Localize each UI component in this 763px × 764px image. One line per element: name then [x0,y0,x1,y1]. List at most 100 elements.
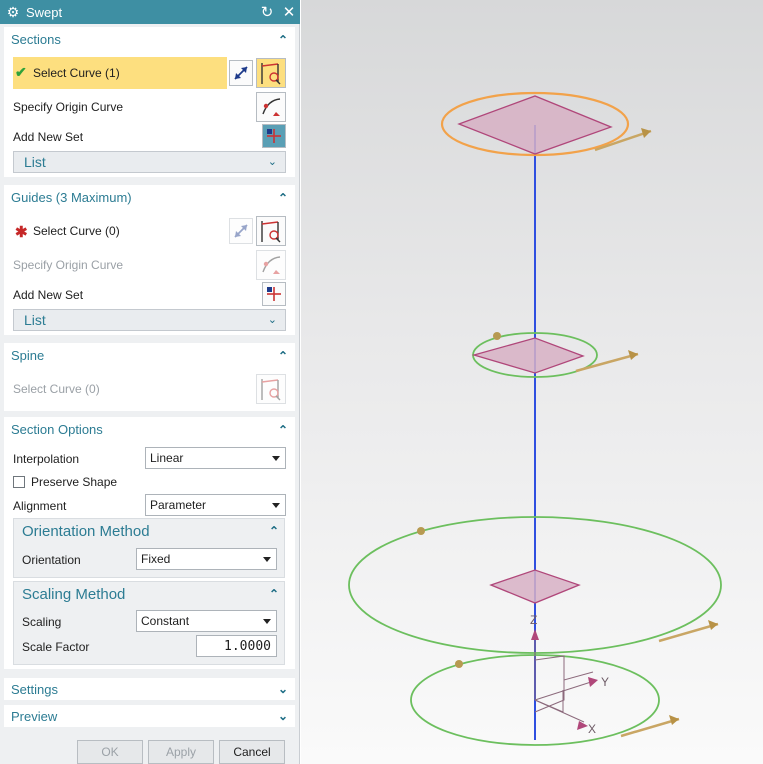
reverse-direction-button[interactable] [229,60,253,86]
chevron-up-icon[interactable]: ⌃ [269,524,279,538]
settings-header[interactable]: Settings [11,682,58,697]
preview-header[interactable]: Preview [11,709,57,724]
viewport-canvas[interactable]: Z Y X [301,0,763,764]
spine-select-curve-label: Select Curve (0) [13,382,100,396]
add-set-icon [267,287,281,301]
check-icon: ✔ [15,64,27,80]
scale-factor-input[interactable]: 1.0000 [196,635,277,657]
close-icon[interactable]: ✕ [278,3,300,21]
arrow-head-icon [708,620,718,630]
spine-curve-select-button[interactable] [256,374,286,404]
settings-group[interactable]: Settings ⌄ [4,678,295,700]
orientation-label: Orientation [22,553,81,567]
sections-specify-origin-label: Specify Origin Curve [13,100,124,114]
interpolation-select[interactable]: Linear [145,447,286,469]
y-axis-arrow-icon [588,677,598,687]
x-axis-arrow-icon [577,721,588,730]
sections-header[interactable]: Sections [11,32,61,47]
scaling-method-header[interactable]: Scaling Method [22,586,125,603]
scaling-value: Constant [141,614,190,628]
chevron-down-icon[interactable]: ⌄ [268,313,277,326]
guides-list-toggle[interactable]: List ⌄ [13,309,286,331]
guides-group: Guides (3 Maximum) ⌃ ✱ Select Curve (0) … [4,185,295,335]
add-set-icon [267,129,281,143]
scaling-select[interactable]: Constant [136,610,277,632]
guides-select-curve-label: Select Curve (0) [33,224,120,238]
chevron-up-icon[interactable]: ⌃ [278,191,288,205]
preview-group[interactable]: Preview ⌄ [4,705,295,727]
orientation-value: Fixed [141,552,171,566]
preserve-shape-checkbox[interactable] [13,476,25,488]
sections-group: Sections ⌃ ✔ Select Curve (1) Specify Or… [4,27,295,177]
apply-button[interactable]: Apply [148,740,214,764]
start-point-marker[interactable] [455,660,463,668]
dropdown-arrow-icon [272,456,280,461]
x-axis-label: X [588,722,596,736]
spine-group: Spine ⌃ Select Curve (0) [4,343,295,411]
chevron-up-icon[interactable]: ⌃ [269,587,279,601]
dialog-title: Swept [26,4,63,20]
spine-header[interactable]: Spine [11,348,44,363]
start-point-marker[interactable] [417,527,425,535]
chevron-up-icon[interactable]: ⌃ [278,349,288,363]
sections-origin-curve-button[interactable] [256,92,286,122]
arrow-head-icon [669,715,679,725]
preserve-shape-label: Preserve Shape [31,475,118,489]
y-axis-label: Y [601,675,609,689]
alignment-select[interactable]: Parameter [145,494,286,516]
swept-dialog: ⚙ Swept ↻ ✕ Sections ⌃ ✔ Select Curve (1… [0,0,300,764]
z-axis-label: Z [530,613,537,627]
sections-select-curve-label: Select Curve (1) [33,66,120,80]
section-square-top[interactable] [457,95,613,155]
scale-factor-label: Scale Factor [22,640,90,654]
guides-list-label: List [24,312,46,328]
interpolation-label: Interpolation [13,452,80,466]
guides-origin-curve-button[interactable] [256,250,286,280]
guides-specify-origin-label: Specify Origin Curve [13,258,124,272]
section-square-3[interactable] [489,569,581,604]
reverse-direction-icon [234,66,248,80]
reset-icon[interactable]: ↻ [256,3,278,21]
scaling-method-subgroup: Scaling Method ⌃ Scaling Constant Scale … [13,581,285,665]
interpolation-value: Linear [150,451,184,465]
chevron-down-icon[interactable]: ⌄ [278,682,288,696]
direction-arrow-4 [620,717,680,738]
curve-select-icon [261,221,281,243]
reverse-direction-icon [234,224,248,238]
chevron-up-icon[interactable]: ⌃ [278,423,288,437]
origin-curve-icon [262,256,281,274]
direction-arrow-2 [575,352,639,373]
orientation-select[interactable]: Fixed [136,548,277,570]
sections-list-label: List [24,154,46,170]
orientation-method-header[interactable]: Orientation Method [22,523,150,540]
guides-add-new-set-button[interactable] [262,282,286,306]
required-star-icon: ✱ [15,224,28,241]
sections-list-toggle[interactable]: List ⌄ [13,151,286,173]
sections-add-new-set-button[interactable] [262,124,286,148]
chevron-down-icon[interactable]: ⌄ [268,155,277,168]
guides-header[interactable]: Guides (3 Maximum) [11,190,132,205]
dropdown-arrow-icon [272,503,280,508]
chevron-up-icon[interactable]: ⌃ [278,33,288,47]
curve-select-icon [261,63,281,85]
curve-select-button[interactable] [256,58,286,88]
guides-add-new-set-label: Add New Set [13,288,84,302]
section-options-header[interactable]: Section Options [11,422,103,437]
arrow-head-icon [641,128,651,138]
guides-reverse-direction-button[interactable] [229,218,253,244]
start-point-marker[interactable] [493,332,501,340]
ok-button[interactable]: OK [77,740,143,764]
orientation-method-subgroup: Orientation Method ⌃ Orientation Fixed [13,518,285,578]
section-square-2[interactable] [471,337,585,374]
chevron-down-icon[interactable]: ⌄ [278,709,288,723]
alignment-label: Alignment [13,499,67,513]
sections-add-new-set-label: Add New Set [13,130,84,144]
cancel-button[interactable]: Cancel [219,740,285,764]
gear-icon[interactable]: ⚙ [0,4,26,21]
guides-curve-select-button[interactable] [256,216,286,246]
dropdown-arrow-icon [263,619,271,624]
dialog-title-bar[interactable]: ⚙ Swept ↻ ✕ [0,0,300,24]
dropdown-arrow-icon [263,557,271,562]
section-options-group: Section Options ⌃ Interpolation Linear P… [4,417,295,669]
graphics-viewport[interactable]: Z Y X [301,0,763,764]
